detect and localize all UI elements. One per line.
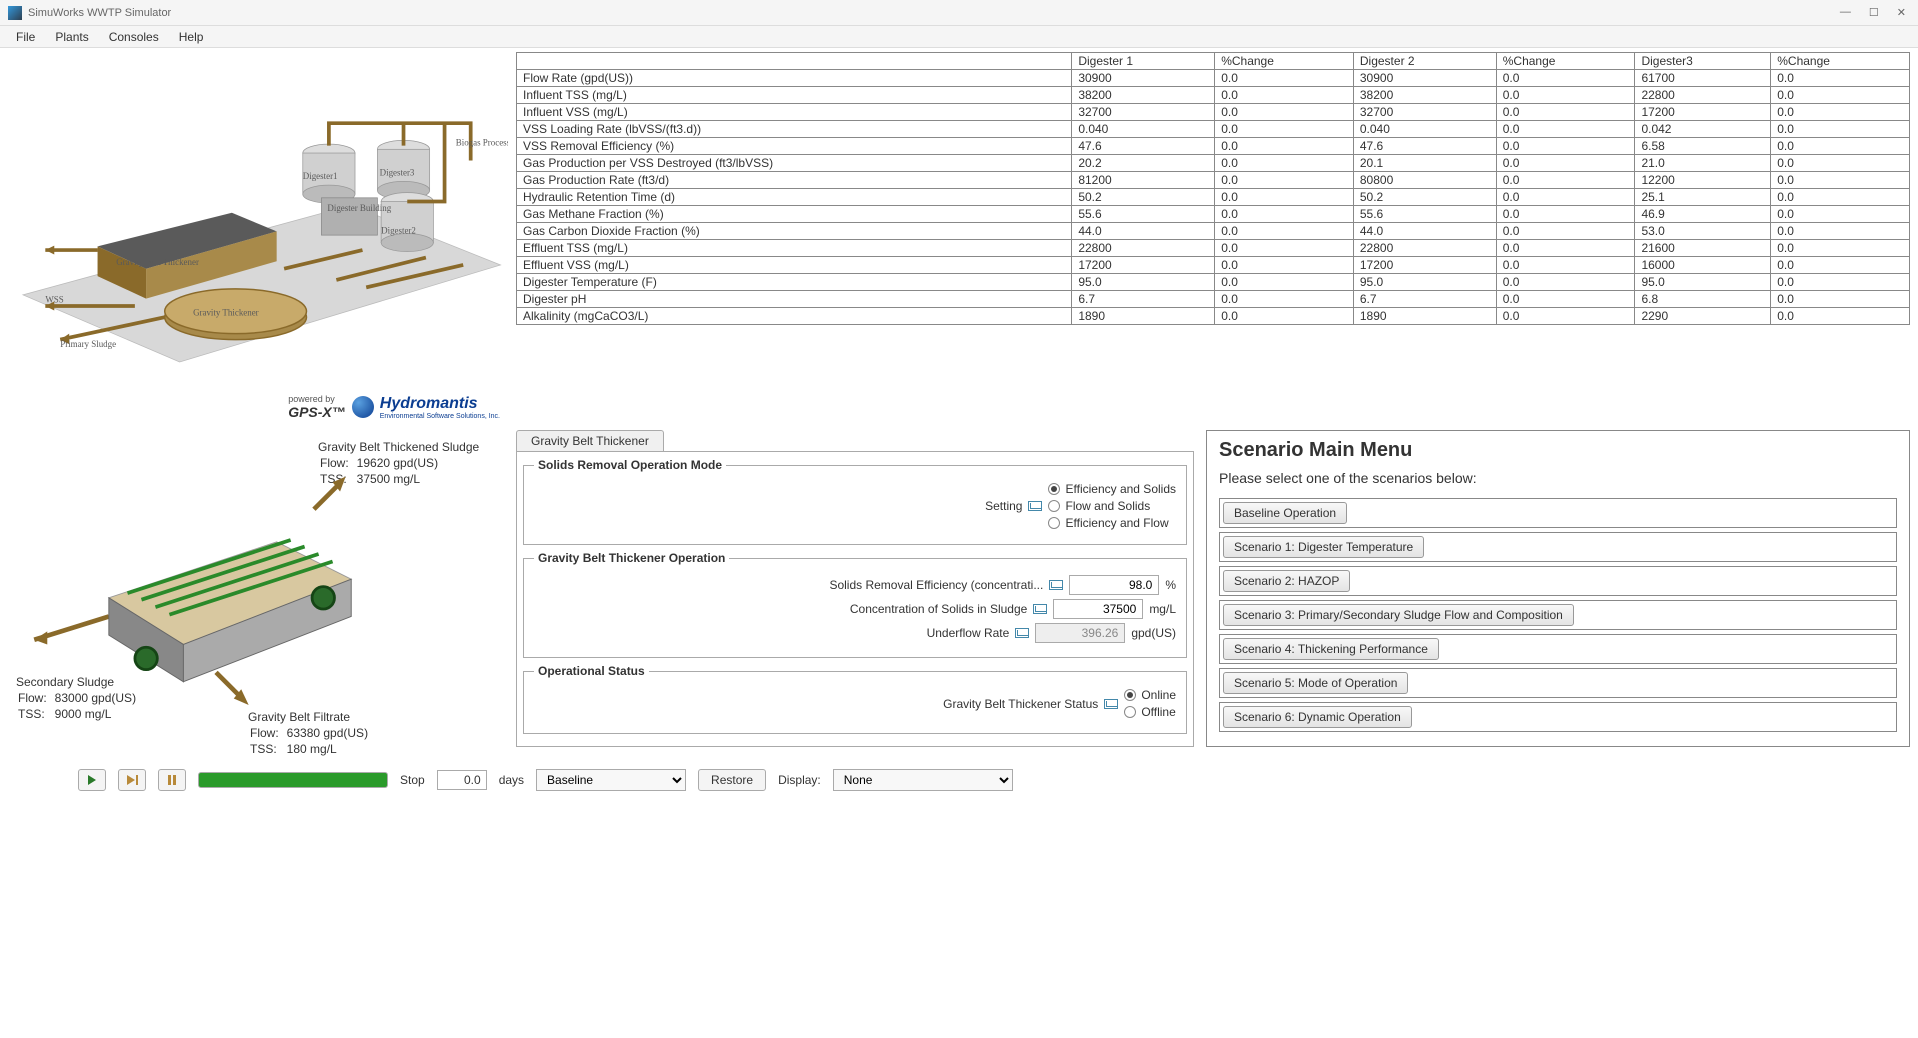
svg-text:WSS: WSS xyxy=(45,294,63,304)
table-row: Influent TSS (mg/L)382000.0382000.022800… xyxy=(517,87,1910,104)
table-row: Hydraulic Retention Time (d)50.20.050.20… xyxy=(517,189,1910,206)
stop-label: Stop xyxy=(400,773,425,787)
radio-flow-solids[interactable]: Flow and Solids xyxy=(1048,499,1176,513)
table-row: Digester Temperature (F)95.00.095.00.095… xyxy=(517,274,1910,291)
svg-text:Digester Building: Digester Building xyxy=(327,203,391,213)
plant-diagram[interactable]: Gravity Belt Thickener Gravity Thickener… xyxy=(8,52,508,422)
chart-icon[interactable] xyxy=(1015,628,1029,638)
table-row: VSS Loading Rate (lbVSS/(ft3.d))0.0400.0… xyxy=(517,121,1910,138)
scenario-row: Baseline Operation xyxy=(1219,498,1897,528)
chart-icon[interactable] xyxy=(1028,501,1042,511)
table-row: Effluent TSS (mg/L)228000.0228000.021600… xyxy=(517,240,1910,257)
step-button[interactable] xyxy=(118,769,146,791)
digester-data-table: Digester 1%ChangeDigester 2%ChangeDigest… xyxy=(516,52,1910,422)
play-button[interactable] xyxy=(78,769,106,791)
gbt-settings-panel: Gravity Belt Thickener Solids Removal Op… xyxy=(516,430,1194,747)
menu-plants[interactable]: Plants xyxy=(47,28,96,46)
minimize-icon[interactable]: — xyxy=(1840,6,1851,19)
scenario-prompt: Please select one of the scenarios below… xyxy=(1219,470,1897,486)
svg-text:Gravity Belt Thickener: Gravity Belt Thickener xyxy=(116,257,199,267)
menu-help[interactable]: Help xyxy=(171,28,212,46)
maximize-icon[interactable]: ☐ xyxy=(1869,6,1879,19)
fieldset-operational-status: Operational Status Gravity Belt Thickene… xyxy=(523,664,1187,734)
radio-online[interactable]: Online xyxy=(1124,688,1176,702)
close-icon[interactable]: ✕ xyxy=(1897,6,1906,19)
scenario-menu-panel: Scenario Main Menu Please select one of … xyxy=(1206,430,1910,747)
table-header: %Change xyxy=(1496,53,1635,70)
scenario-row: Scenario 5: Mode of Operation xyxy=(1219,668,1897,698)
scenario-button-3[interactable]: Scenario 3: Primary/Secondary Sludge Flo… xyxy=(1223,604,1574,626)
radio-efficiency-solids[interactable]: Efficiency and Solids xyxy=(1048,482,1176,496)
gbt-detail-diagram[interactable]: Gravity Belt Thickened Sludge Flow:19620… xyxy=(8,430,508,747)
simulation-controls: Stop 0.0 days Baseline Restore Display: … xyxy=(8,755,1910,805)
globe-icon xyxy=(352,396,374,418)
svg-text:Digester3: Digester3 xyxy=(380,167,415,177)
table-header xyxy=(517,53,1072,70)
scenario-button-5[interactable]: Scenario 5: Mode of Operation xyxy=(1223,672,1408,694)
underflow-rate-input xyxy=(1035,623,1125,643)
table-row: Gas Production per VSS Destroyed (ft3/lb… xyxy=(517,155,1910,172)
app-icon xyxy=(8,6,22,20)
table-header: Digester3 xyxy=(1635,53,1771,70)
logo-block: powered by GPS-X™ Hydromantis Environmen… xyxy=(288,394,500,420)
progress-bar[interactable] xyxy=(198,772,388,788)
display-select[interactable]: None xyxy=(833,769,1013,791)
table-row: Flow Rate (gpd(US))309000.0309000.061700… xyxy=(517,70,1910,87)
table-row: VSS Removal Efficiency (%)47.60.047.60.0… xyxy=(517,138,1910,155)
scenario-button-2[interactable]: Scenario 2: HAZOP xyxy=(1223,570,1350,592)
table-row: Gas Methane Fraction (%)55.60.055.60.046… xyxy=(517,206,1910,223)
restore-button[interactable]: Restore xyxy=(698,769,766,791)
table-row: Gas Production Rate (ft3/d)812000.080800… xyxy=(517,172,1910,189)
table-row: Digester pH6.70.06.70.06.80.0 xyxy=(517,291,1910,308)
scenario-row: Scenario 3: Primary/Secondary Sludge Flo… xyxy=(1219,600,1897,630)
table-row: Alkalinity (mgCaCO3/L)18900.018900.02290… xyxy=(517,308,1910,325)
radio-efficiency-flow[interactable]: Efficiency and Flow xyxy=(1048,516,1176,530)
fieldset-gbt-operation: Gravity Belt Thickener Operation Solids … xyxy=(523,551,1187,658)
scenario-title: Scenario Main Menu xyxy=(1219,439,1897,462)
table-row: Gas Carbon Dioxide Fraction (%)44.00.044… xyxy=(517,223,1910,240)
app-title: SimuWorks WWTP Simulator xyxy=(28,7,1840,19)
chart-icon[interactable] xyxy=(1104,699,1118,709)
table-header: %Change xyxy=(1771,53,1910,70)
fieldset-operation-mode: Solids Removal Operation Mode Setting Ef… xyxy=(523,458,1187,545)
scenario-button-6[interactable]: Scenario 6: Dynamic Operation xyxy=(1223,706,1412,728)
solids-removal-efficiency-input[interactable] xyxy=(1069,575,1159,595)
scenario-row: Scenario 2: HAZOP xyxy=(1219,566,1897,596)
scenario-row: Scenario 1: Digester Temperature xyxy=(1219,532,1897,562)
menubar: File Plants Consoles Help xyxy=(0,26,1918,48)
svg-text:Gravity Thickener: Gravity Thickener xyxy=(193,308,259,318)
concentration-solids-input[interactable] xyxy=(1053,599,1143,619)
table-header: %Change xyxy=(1215,53,1354,70)
scenario-select[interactable]: Baseline xyxy=(536,769,686,791)
scenario-button-4[interactable]: Scenario 4: Thickening Performance xyxy=(1223,638,1439,660)
svg-text:Digester2: Digester2 xyxy=(381,226,416,236)
tab-gbt[interactable]: Gravity Belt Thickener xyxy=(516,430,664,451)
table-header: Digester 1 xyxy=(1072,53,1215,70)
table-header: Digester 2 xyxy=(1353,53,1496,70)
chart-icon[interactable] xyxy=(1049,580,1063,590)
svg-text:Biogas Processing: Biogas Processing xyxy=(456,138,508,148)
chart-icon[interactable] xyxy=(1033,604,1047,614)
sim-time[interactable]: 0.0 xyxy=(437,770,487,790)
menu-consoles[interactable]: Consoles xyxy=(101,28,167,46)
titlebar: SimuWorks WWTP Simulator — ☐ ✕ xyxy=(0,0,1918,26)
scenario-button-1[interactable]: Scenario 1: Digester Temperature xyxy=(1223,536,1424,558)
scenario-row: Scenario 6: Dynamic Operation xyxy=(1219,702,1897,732)
scenario-button-0[interactable]: Baseline Operation xyxy=(1223,502,1347,524)
table-row: Effluent VSS (mg/L)172000.0172000.016000… xyxy=(517,257,1910,274)
pause-button[interactable] xyxy=(158,769,186,791)
menu-file[interactable]: File xyxy=(8,28,43,46)
svg-text:Digester1: Digester1 xyxy=(303,171,338,181)
table-row: Influent VSS (mg/L)327000.0327000.017200… xyxy=(517,104,1910,121)
svg-text:Primary Sludge: Primary Sludge xyxy=(60,339,116,349)
radio-offline[interactable]: Offline xyxy=(1124,705,1176,719)
scenario-row: Scenario 4: Thickening Performance xyxy=(1219,634,1897,664)
